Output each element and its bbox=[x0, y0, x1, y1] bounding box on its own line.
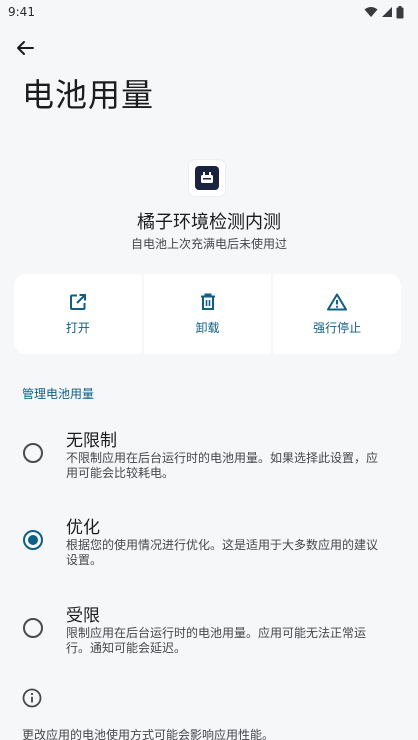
radio-restricted[interactable] bbox=[23, 618, 43, 638]
option-desc: 根据您的使用情况进行优化。这是适用于大多数应用的建议设置。 bbox=[66, 538, 379, 567]
app-subtitle: 自电池上次充满电后未使用过 bbox=[130, 237, 287, 251]
page-title: 电池用量 bbox=[22, 76, 155, 114]
status-bar: 9:41 bbox=[0, 0, 418, 24]
wifi-icon bbox=[364, 7, 378, 17]
force-stop-label: 强行停止 bbox=[313, 320, 362, 335]
option-title: 无限制 bbox=[66, 431, 117, 451]
signal-icon bbox=[382, 7, 392, 17]
app-icon bbox=[189, 160, 225, 196]
uninstall-button[interactable]: 卸载 bbox=[143, 274, 272, 354]
section-label: 管理电池用量 bbox=[22, 387, 95, 401]
open-label: 打开 bbox=[65, 320, 90, 335]
force-stop-button[interactable]: 强行停止 bbox=[273, 274, 402, 354]
back-button[interactable] bbox=[10, 34, 40, 62]
option-title: 受限 bbox=[66, 606, 100, 626]
option-desc: 不限制应用在后台运行时的电池用量。如果选择此设置，应用可能会比较耗电。 bbox=[66, 451, 379, 480]
option-title: 优化 bbox=[66, 518, 100, 538]
option-optimized[interactable]: 优化 根据您的使用情况进行优化。这是适用于大多数应用的建议设置。 bbox=[0, 507, 418, 587]
battery-icon bbox=[396, 5, 404, 18]
action-buttons: 打开 卸载 强行停止 bbox=[14, 274, 402, 354]
status-icons bbox=[364, 5, 404, 19]
radio-optimized[interactable] bbox=[23, 530, 43, 550]
option-unrestricted[interactable]: 无限制 不限制应用在后台运行时的电池用量。如果选择此设置，应用可能会比较耗电。 bbox=[0, 420, 418, 500]
app-name: 橘子环境检测内测 bbox=[137, 212, 281, 233]
trash-icon bbox=[200, 293, 215, 310]
status-time: 9:41 bbox=[8, 5, 35, 19]
warning-triangle-icon bbox=[327, 293, 348, 310]
info-icon bbox=[22, 688, 42, 708]
radio-unrestricted[interactable] bbox=[23, 443, 43, 463]
uninstall-label: 卸载 bbox=[195, 320, 220, 335]
open-button[interactable]: 打开 bbox=[14, 274, 142, 354]
open-external-icon bbox=[69, 293, 86, 310]
footer-text: 更改应用的电池使用方式可能会影响应用性能。 bbox=[22, 728, 275, 740]
arrow-left-icon bbox=[17, 41, 34, 55]
option-restricted[interactable]: 受限 限制应用在后台运行时的电池用量。应用可能无法正常运行。通知可能会延迟。 bbox=[0, 595, 418, 675]
option-desc: 限制应用在后台运行时的电池用量。应用可能无法正常运行。通知可能会延迟。 bbox=[66, 626, 367, 655]
